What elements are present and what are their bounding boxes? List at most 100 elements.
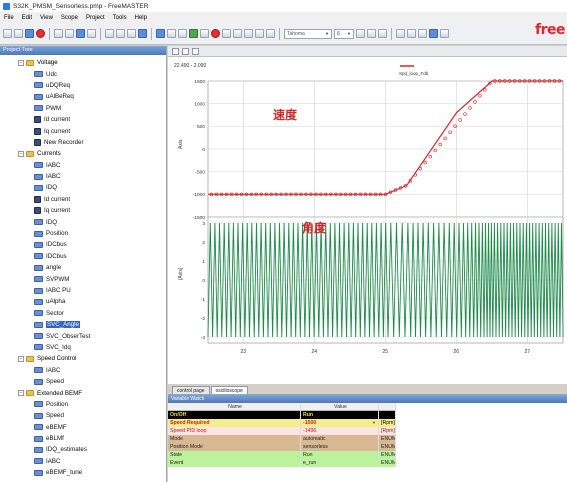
watch-row[interactable]: On/Off Run (168, 411, 567, 419)
chevron-down-icon[interactable]: ▼ (372, 419, 376, 427)
collapse-icon[interactable]: − (18, 355, 24, 362)
menu-scope[interactable]: Scope (61, 15, 78, 21)
fit-icon[interactable] (192, 47, 199, 55)
align-right-icon[interactable] (418, 29, 427, 38)
tree-item[interactable]: New Recorder (0, 137, 166, 148)
underline-icon[interactable] (378, 29, 387, 38)
tree-item[interactable]: IABC (0, 171, 166, 182)
cut-icon[interactable] (54, 29, 63, 38)
tree-item[interactable]: SVC_Idq (0, 342, 166, 353)
zoom-in-icon[interactable] (105, 29, 114, 38)
tree-item[interactable]: Position (0, 228, 166, 239)
tree-item[interactable]: Sector (0, 308, 166, 319)
watch-value-cell[interactable]: automatic (301, 435, 379, 443)
stop-icon[interactable] (36, 29, 45, 38)
watch-row[interactable]: Event e_run ENUM (168, 459, 567, 467)
watch-value-cell[interactable]: e_run (301, 459, 379, 467)
menu-edit[interactable]: Edit (22, 15, 32, 21)
tree-folder[interactable]: − Extended BEMF (0, 387, 166, 398)
align-center-icon[interactable] (407, 29, 416, 38)
watch-value-cell[interactable]: Run (301, 451, 379, 459)
tree-icon[interactable] (138, 29, 147, 38)
tree-item[interactable]: Udc (0, 68, 166, 79)
menu-tools[interactable]: Tools (113, 15, 127, 21)
watch-value-cell[interactable]: sensorless (301, 443, 379, 451)
watch-value-cell[interactable]: -1500 ▼ (301, 419, 379, 427)
align-left-icon[interactable] (396, 29, 405, 38)
grid-icon[interactable] (429, 29, 438, 38)
tree-item[interactable]: IDQ_estimates (0, 444, 166, 455)
tree-folder[interactable]: − Currents (0, 148, 166, 159)
tree-item[interactable]: IABC (0, 365, 166, 376)
tree-item[interactable]: uAlpha (0, 296, 166, 307)
tree-item[interactable]: eBEMF_tune (0, 467, 166, 478)
tree-item[interactable]: IABC PU (0, 285, 166, 296)
watch-row[interactable]: Speed PID loop -1496 [Rpm] (168, 427, 567, 435)
new-icon[interactable] (3, 29, 12, 38)
tree-item[interactable]: SVPWM (0, 273, 166, 284)
tree-item[interactable]: Speed (0, 410, 166, 421)
watch-value-cell[interactable]: -1496 (301, 427, 379, 435)
tree-folder[interactable]: − Voltage (0, 57, 166, 68)
refresh-icon[interactable] (178, 29, 187, 38)
collapse-icon[interactable]: − (18, 150, 24, 157)
bold-icon[interactable] (356, 29, 365, 38)
tree-item[interactable]: IDQ (0, 216, 166, 227)
watch-row[interactable]: Position Mode sensorless ENUM (168, 443, 567, 451)
watch-row[interactable]: Speed Required -1500 ▼ [Rpm] (168, 419, 567, 427)
tree-item[interactable]: Id current (0, 194, 166, 205)
font-select[interactable]: Tahoma ▼ (284, 28, 332, 39)
tree-item[interactable]: eBLMf (0, 433, 166, 444)
oscilloscope-plot[interactable]: 22.490 - 2.090 Spd_loop_Fdb 23 24 25 26 27 1500… (168, 57, 567, 384)
link-icon[interactable] (255, 29, 264, 38)
arrow-down-icon[interactable] (233, 29, 242, 38)
watch-row[interactable]: State Run ENUM (168, 451, 567, 459)
run-icon[interactable] (156, 29, 165, 38)
tree-item[interactable]: eBEMF (0, 422, 166, 433)
counter-icon[interactable] (266, 29, 275, 38)
tree-item[interactable]: Speed (0, 376, 166, 387)
italic-icon[interactable] (367, 29, 376, 38)
properties-icon[interactable] (87, 29, 96, 38)
arrow-up-icon[interactable] (222, 29, 231, 38)
watch-value-cell[interactable]: Run (301, 411, 379, 419)
menu-file[interactable]: File (4, 15, 14, 21)
tree-item[interactable]: SVC_Angle (0, 319, 166, 330)
tree-item[interactable]: uDQReq (0, 80, 166, 91)
tab-oscilloscope[interactable]: oscilloscope (210, 386, 248, 394)
zoom-icon[interactable] (172, 47, 179, 55)
menu-help[interactable]: Help (135, 15, 147, 21)
menu-view[interactable]: View (40, 15, 53, 21)
tab-control-page[interactable]: control page (172, 386, 210, 394)
zoom-out-icon[interactable] (116, 29, 125, 38)
scope-icon[interactable] (200, 29, 209, 38)
tree-item[interactable]: Id current (0, 114, 166, 125)
tree-item[interactable]: IABC (0, 160, 166, 171)
help-icon[interactable] (127, 29, 136, 38)
open-icon[interactable] (14, 29, 23, 38)
save-icon[interactable] (25, 29, 34, 38)
pause-icon[interactable] (167, 29, 176, 38)
bookmark-icon[interactable] (244, 29, 253, 38)
tree-item[interactable]: angle (0, 262, 166, 273)
tree-item[interactable]: IDCbus (0, 239, 166, 250)
paste-icon[interactable] (76, 29, 85, 38)
tree-item[interactable]: Position (0, 399, 166, 410)
tree-item[interactable]: PWM (0, 103, 166, 114)
copy-icon[interactable] (65, 29, 74, 38)
layout-icon[interactable] (440, 29, 449, 38)
tree-item[interactable]: Iq current (0, 125, 166, 136)
tree-item[interactable]: SVC_ObserTest (0, 330, 166, 341)
collapse-icon[interactable]: − (18, 390, 24, 397)
size-select[interactable]: 8 ▼ (334, 28, 354, 39)
tree-item[interactable]: IDQ (0, 182, 166, 193)
play-icon[interactable] (189, 29, 198, 38)
tree-item[interactable]: uAlBeReq (0, 91, 166, 102)
menu-project[interactable]: Project (86, 15, 105, 21)
tree-item[interactable]: IDCbus (0, 251, 166, 262)
record-icon[interactable] (211, 29, 220, 38)
collapse-icon[interactable]: − (18, 59, 24, 66)
tree-item[interactable]: IABC (0, 456, 166, 467)
tree-folder[interactable]: − Speed Control (0, 353, 166, 364)
tree-item[interactable]: Iq current (0, 205, 166, 216)
